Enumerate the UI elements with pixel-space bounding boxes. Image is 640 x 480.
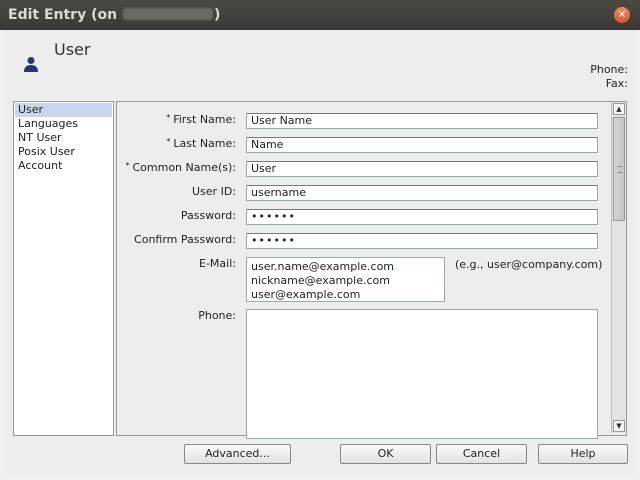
scroll-down-icon[interactable]: ▼ [613,420,625,432]
title-bar: Edit Entry (on ) ✕ [0,0,640,30]
required-marker: * [166,137,171,146]
first-name-field[interactable]: User Name [246,113,598,129]
common-name-field[interactable]: User [246,161,598,177]
password-label: Password: [180,209,236,222]
header-phone-label: Phone: [590,63,628,76]
header-fax-label: Fax: [605,77,628,90]
dialog-content: User Phone: Fax: User Languages NT User … [4,30,636,476]
user-id-field[interactable]: username [246,185,598,201]
common-name-label: * Common Name(s): [125,161,236,174]
required-marker: * [166,113,171,122]
scroll-up-icon[interactable]: ▲ [613,103,625,115]
email-list[interactable]: user.name@example.com nickname@example.c… [246,257,445,302]
first-name-label: * First Name: [166,113,236,126]
password-field[interactable]: •••••• [246,209,598,225]
ok-button[interactable]: OK [340,444,431,464]
user-icon [24,57,38,72]
category-list: User Languages NT User Posix User Accoun… [13,101,114,436]
advanced-button[interactable]: Advanced... [184,444,291,464]
vertical-scrollbar[interactable]: ▲ ▼ [611,102,626,433]
hostname-redacted [122,8,213,20]
required-marker: * [125,161,130,170]
close-icon[interactable]: ✕ [614,7,630,23]
window-title-suffix: ) [213,7,221,23]
form-panel: * First Name: User Name * Last Name: Name … [116,101,627,439]
phone-field[interactable] [246,309,598,439]
nav-item-nt-user[interactable]: NT User [15,131,112,145]
email-hint: (e.g., user@company.com) [455,258,603,271]
scroll-thumb[interactable] [613,117,625,221]
grip-icon [617,166,622,173]
confirm-password-label: Confirm Password: [134,233,236,246]
email-label: E-Mail: [199,257,236,270]
email-item[interactable]: user@example.com [251,288,440,302]
email-item[interactable]: nickname@example.com [251,274,440,288]
email-item[interactable]: user.name@example.com [251,260,440,274]
confirm-password-field[interactable]: •••••• [246,233,598,249]
nav-item-user[interactable]: User [15,103,112,117]
help-button[interactable]: Help [538,444,628,464]
header: User Phone: Fax: [4,30,636,96]
phone-label: Phone: [198,309,236,322]
last-name-field[interactable]: Name [246,137,598,153]
page-title: User [54,40,91,59]
nav-item-account[interactable]: Account [15,159,112,173]
window-title-prefix: Edit Entry (on [8,7,122,23]
last-name-label: * Last Name: [166,137,236,150]
user-id-label: User ID: [192,185,236,198]
window-title: Edit Entry (on ) [8,7,220,23]
nav-item-posix-user[interactable]: Posix User [15,145,112,159]
cancel-button[interactable]: Cancel [436,444,527,464]
nav-item-languages[interactable]: Languages [15,117,112,131]
